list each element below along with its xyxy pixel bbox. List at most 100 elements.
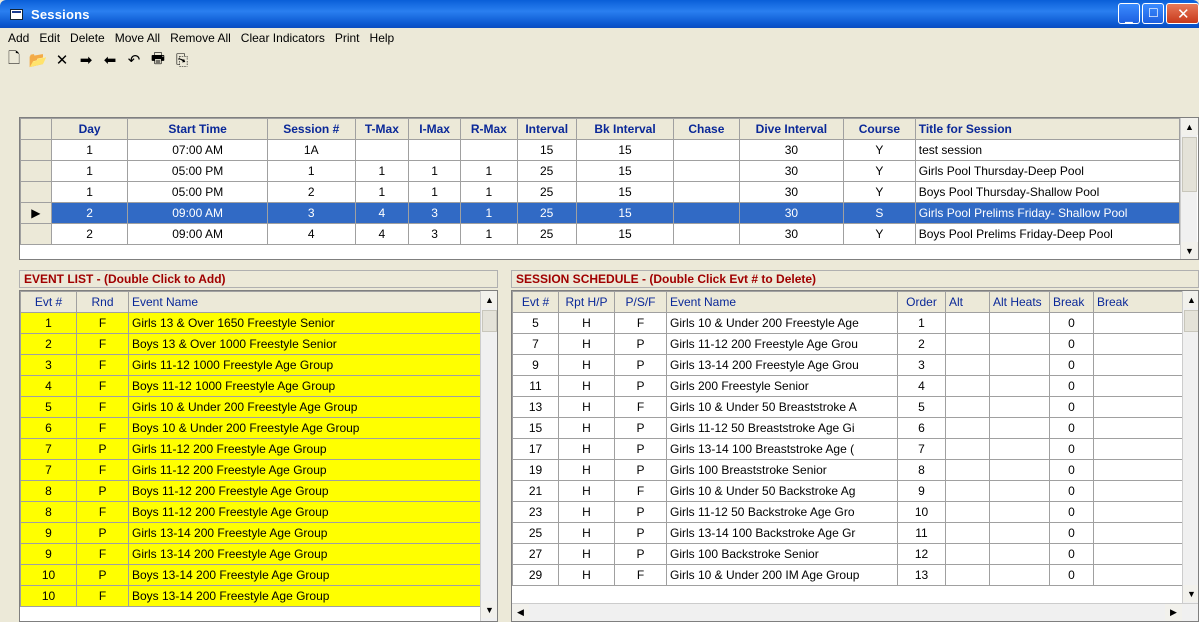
schedule-cell[interactable] — [1093, 333, 1183, 355]
schedule-cell[interactable]: F — [614, 312, 667, 334]
event-cell[interactable]: 9 — [20, 522, 77, 544]
schedule-row[interactable]: 7 H P Girls 11-12 200 Freestyle Age Grou 2 0 — [512, 333, 1183, 355]
row-selector[interactable] — [20, 181, 52, 203]
schedule-cell[interactable] — [1093, 396, 1183, 418]
menu-item-move-all[interactable]: Move All — [110, 31, 165, 45]
schedule-cell[interactable]: 0 — [1049, 438, 1094, 460]
event-cell[interactable]: 5 — [20, 396, 77, 418]
session-row[interactable]: ▶ 2 09:00 AM 3 4 3 1 25 15 30 S Girls Pool Prelims … — [20, 202, 1181, 224]
session-cell[interactable]: 25 — [516, 202, 577, 224]
schedule-cell[interactable]: Girls 13-14 100 Backstroke Age Gr — [666, 522, 898, 544]
schedule-cell[interactable]: 11 — [897, 522, 946, 544]
new-icon[interactable]: 🗋 — [4, 48, 24, 73]
schedule-row[interactable]: 11 H P Girls 200 Freestyle Senior 4 0 — [512, 375, 1183, 397]
session-cell[interactable]: S — [843, 202, 916, 224]
scroll-left-icon[interactable]: ◀ — [512, 604, 529, 621]
column-header-course[interactable]: Course — [843, 118, 916, 140]
schedule-cell[interactable]: H — [558, 543, 615, 565]
column-header-break[interactable]: Break — [1093, 291, 1183, 313]
column-header-chase[interactable]: Chase — [673, 118, 740, 140]
session-cell[interactable]: Boys Pool Prelims Friday-Deep Pool — [914, 223, 1181, 245]
column-header-title-for-session[interactable]: Title for Session — [914, 118, 1181, 140]
session-cell[interactable]: 09:00 AM — [127, 223, 268, 245]
delete-icon[interactable]: ✕ — [52, 51, 72, 69]
schedule-cell[interactable]: 13 — [512, 396, 559, 418]
schedule-cell[interactable] — [989, 564, 1050, 586]
schedule-cell[interactable]: P — [614, 417, 667, 439]
schedule-cell[interactable]: H — [558, 522, 615, 544]
event-cell[interactable]: F — [76, 585, 129, 607]
session-cell[interactable]: 1A — [266, 139, 356, 161]
schedule-cell[interactable]: Girls 10 & Under 50 Breaststroke A — [666, 396, 898, 418]
session-cell[interactable]: 2 — [50, 202, 129, 224]
event-cell[interactable]: Girls 13-14 200 Freestyle Age Group — [128, 522, 481, 544]
schedule-cell[interactable]: H — [558, 459, 615, 481]
schedule-cell[interactable]: Girls 10 & Under 200 IM Age Group — [666, 564, 898, 586]
schedule-cell[interactable] — [989, 501, 1050, 523]
event-cell[interactable]: 8 — [20, 501, 77, 523]
schedule-cell[interactable]: Girls 10 & Under 50 Backstroke Ag — [666, 480, 898, 502]
event-row[interactable]: 10 P Boys 13-14 200 Freestyle Age Group — [20, 564, 481, 586]
session-row[interactable]: 1 05:00 PM 2 1 1 1 25 15 30 Y Boys Pool Thursday-S… — [20, 181, 1181, 203]
schedule-cell[interactable] — [1093, 459, 1183, 481]
schedule-cell[interactable] — [1093, 501, 1183, 523]
event-row[interactable]: 8 P Boys 11-12 200 Freestyle Age Group — [20, 480, 481, 502]
schedule-cell[interactable]: 6 — [897, 417, 946, 439]
column-header-interval[interactable]: Interval — [516, 118, 577, 140]
event-cell[interactable]: 7 — [20, 459, 77, 481]
session-cell[interactable]: 15 — [575, 223, 675, 245]
schedule-cell[interactable]: P — [614, 501, 667, 523]
schedule-cell[interactable]: Girls 100 Backstroke Senior — [666, 543, 898, 565]
event-cell[interactable]: F — [76, 375, 129, 397]
column-header-alt-heats[interactable]: Alt Heats — [989, 291, 1050, 313]
scroll-down-icon[interactable]: ▼ — [1183, 585, 1198, 602]
column-header-session-[interactable]: Session # — [266, 118, 356, 140]
menu-item-clear-indicators[interactable]: Clear Indicators — [236, 31, 330, 45]
scroll-up-icon[interactable]: ▲ — [1181, 118, 1198, 135]
schedule-cell[interactable]: P — [614, 375, 667, 397]
scroll-down-icon[interactable]: ▼ — [1181, 242, 1198, 259]
event-cell[interactable]: Girls 11-12 1000 Freestyle Age Group — [128, 354, 481, 376]
schedule-cell[interactable]: 0 — [1049, 417, 1094, 439]
schedule-cell[interactable]: H — [558, 438, 615, 460]
event-cell[interactable]: F — [76, 459, 129, 481]
schedule-row[interactable]: 23 H P Girls 11-12 50 Backstroke Age Gro 10 0 — [512, 501, 1183, 523]
event-cell[interactable]: 8 — [20, 480, 77, 502]
schedule-row[interactable]: 17 H P Girls 13-14 100 Breaststroke Age (7 0 — [512, 438, 1183, 460]
schedule-cell[interactable]: Girls 10 & Under 200 Freestyle Age — [666, 312, 898, 334]
session-cell[interactable]: 15 — [516, 139, 577, 161]
event-cell[interactable]: P — [76, 522, 129, 544]
schedule-cell[interactable]: 25 — [512, 522, 559, 544]
schedule-cell[interactable]: 0 — [1049, 333, 1094, 355]
session-cell[interactable] — [673, 181, 740, 203]
sessions-vscroll[interactable]: ▲ ▼ — [1180, 118, 1198, 259]
schedule-cell[interactable]: P — [614, 459, 667, 481]
session-cell[interactable]: 3 — [407, 223, 462, 245]
event-cell[interactable]: 4 — [20, 375, 77, 397]
schedule-cell[interactable] — [1093, 564, 1183, 586]
schedule-cell[interactable]: 12 — [897, 543, 946, 565]
session-cell[interactable]: 4 — [354, 223, 410, 245]
schedule-cell[interactable]: H — [558, 312, 615, 334]
schedule-cell[interactable] — [989, 543, 1050, 565]
row-selector[interactable] — [20, 139, 52, 161]
maximize-button[interactable]: ☐ — [1142, 3, 1164, 24]
event-cell[interactable]: 6 — [20, 417, 77, 439]
session-cell[interactable]: Y — [843, 160, 916, 182]
schedule-cell[interactable]: Girls 100 Breaststroke Senior — [666, 459, 898, 481]
schedule-cell[interactable]: P — [614, 438, 667, 460]
event-row[interactable]: 9 F Girls 13-14 200 Freestyle Age Group — [20, 543, 481, 565]
session-cell[interactable]: Girls Pool Prelims Friday- Shallow Pool — [914, 202, 1181, 224]
schedule-row[interactable]: 13 H F Girls 10 & Under 50 Breaststroke A5 0 — [512, 396, 1183, 418]
schedule-cell[interactable] — [945, 375, 990, 397]
schedule-cell[interactable] — [1093, 480, 1183, 502]
event-row[interactable]: 8 F Boys 11-12 200 Freestyle Age Group — [20, 501, 481, 523]
schedule-row[interactable]: 21 H F Girls 10 & Under 50 Backstroke Ag 9 0 — [512, 480, 1183, 502]
event-row[interactable]: 3 F Girls 11-12 1000 Freestyle Age Group — [20, 354, 481, 376]
row-selector[interactable] — [20, 160, 52, 182]
schedule-cell[interactable]: 0 — [1049, 459, 1094, 481]
event-cell[interactable]: 10 — [20, 564, 77, 586]
event-cell[interactable]: Boys 11-12 200 Freestyle Age Group — [128, 480, 481, 502]
session-cell[interactable]: 1 — [460, 181, 518, 203]
session-cell[interactable]: 4 — [266, 223, 356, 245]
